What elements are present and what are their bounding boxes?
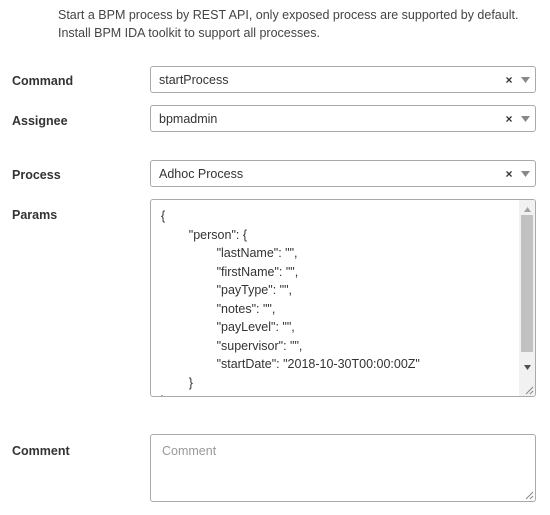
params-line: "firstName": "",	[161, 264, 299, 279]
description-text: Start a BPM process by REST API, only ex…	[58, 6, 546, 42]
assignee-label: Assignee	[12, 114, 68, 128]
params-json-text[interactable]: { "person": { "lastName": "", "firstName…	[161, 207, 515, 396]
params-line: }	[161, 392, 515, 396]
resize-grip-icon[interactable]	[524, 490, 534, 500]
assignee-select-value: bpmadmin	[159, 111, 218, 126]
params-line: {	[161, 209, 166, 223]
comment-label: Comment	[12, 444, 70, 458]
params-line: "payType": "",	[161, 283, 292, 297]
params-scroll-thumb[interactable]	[521, 215, 533, 352]
params-line: "lastName": "",	[161, 246, 298, 260]
chevron-down-icon[interactable]	[515, 170, 535, 177]
params-line: "notes": "",	[161, 301, 276, 316]
scroll-down-arrow-icon[interactable]	[519, 360, 535, 374]
resize-grip-icon[interactable]	[524, 385, 534, 395]
params-scrollbar[interactable]	[519, 200, 535, 396]
command-label: Command	[12, 74, 74, 88]
scroll-up-arrow-icon[interactable]	[519, 202, 535, 216]
command-select-value: startProcess	[159, 72, 229, 87]
process-select-value: Adhoc Process	[159, 166, 244, 181]
comment-placeholder: Comment	[162, 444, 217, 458]
clear-icon[interactable]: ×	[503, 73, 515, 87]
params-line: "payLevel": "",	[161, 320, 295, 334]
process-select[interactable]: Adhoc Process ×	[150, 160, 536, 187]
chevron-down-icon[interactable]	[515, 115, 535, 122]
command-select[interactable]: startProcess ×	[150, 66, 536, 93]
comment-textarea[interactable]: Comment	[150, 434, 536, 502]
params-line: "startDate": "2018-10-30T00:00:00Z"	[161, 357, 420, 371]
params-label: Params	[12, 208, 58, 222]
description-line-1: Start a BPM process by REST API, only ex…	[58, 8, 519, 22]
description-line-2: Install BPM IDA toolkit to support all p…	[58, 26, 320, 40]
assignee-select[interactable]: bpmadmin ×	[150, 105, 536, 132]
clear-icon[interactable]: ×	[503, 112, 515, 126]
params-line: "person": {	[161, 227, 247, 242]
clear-icon[interactable]: ×	[503, 167, 515, 181]
params-line: }	[161, 375, 193, 390]
params-textarea[interactable]: { "person": { "lastName": "", "firstName…	[150, 199, 536, 397]
params-line: "supervisor": "",	[161, 338, 303, 353]
chevron-down-icon[interactable]	[515, 76, 535, 83]
process-label: Process	[12, 168, 61, 182]
